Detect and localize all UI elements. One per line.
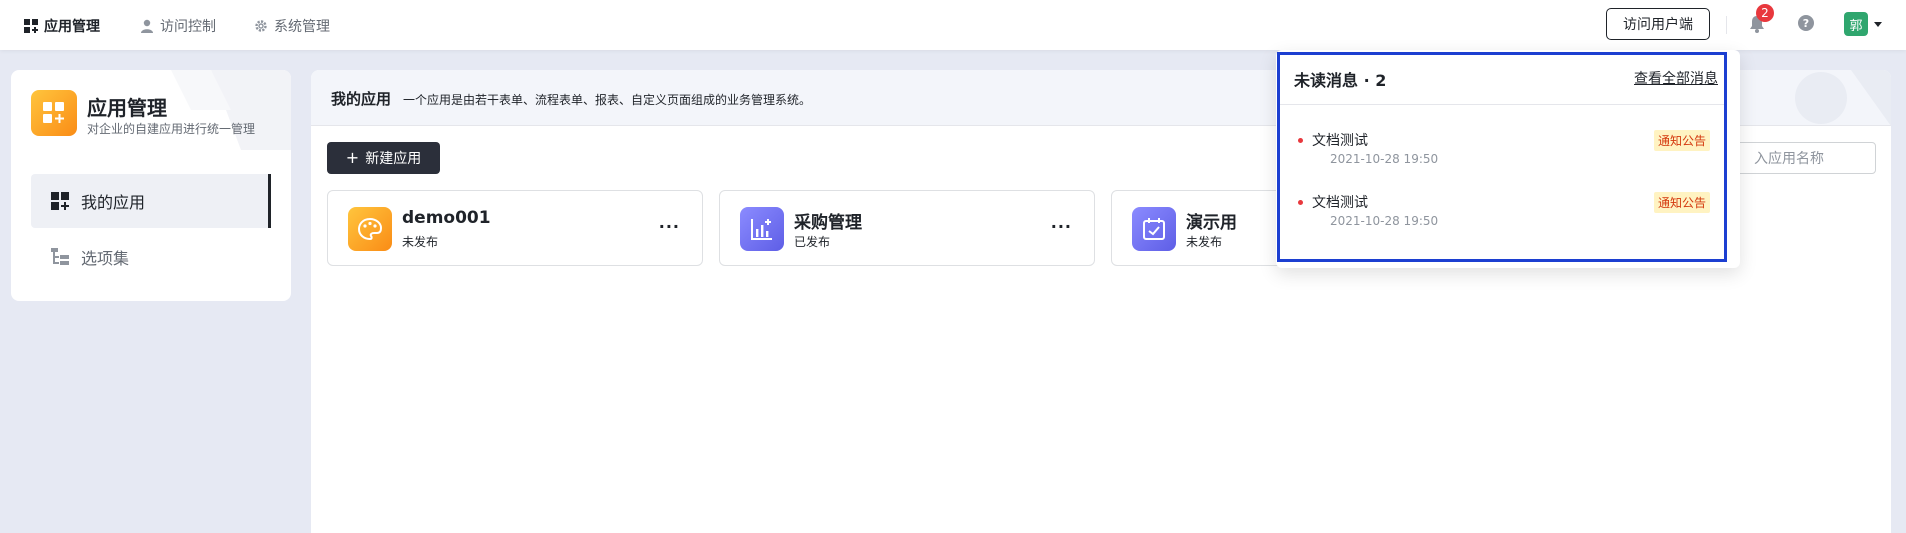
popover-title: 未读消息 · 2: [1294, 71, 1387, 90]
app-name: 采购管理: [794, 213, 862, 233]
nav-divider: [1726, 16, 1727, 34]
unread-dot: [1298, 200, 1303, 205]
grid-icon: [24, 19, 38, 33]
message-title: 文档测试: [1312, 195, 1368, 211]
page-description: 一个应用是由若干表单、流程表单、报表、自定义页面组成的业务管理系统。: [403, 93, 812, 107]
nav-item-label: 应用管理: [44, 19, 100, 35]
app-management-logo: [31, 90, 77, 136]
nav-item-label: 访问控制: [160, 19, 216, 35]
nav-item-label: 系统管理: [274, 19, 330, 35]
sidebar-item-label: 选项集: [81, 249, 130, 268]
plus-icon: +: [345, 148, 360, 167]
app-name: demo001: [402, 208, 491, 228]
app-search-input[interactable]: 入应用名称: [1731, 142, 1876, 174]
avatar[interactable]: 郭: [1844, 12, 1868, 36]
calendar-check-icon: [1132, 207, 1176, 251]
top-navbar: 应用管理 访问控制 系统管理 访问用户端 2 ? 郭: [0, 0, 1906, 50]
new-app-label: 新建应用: [365, 151, 422, 167]
message-tag: 通知公告: [1653, 130, 1710, 151]
notification-badge: 2: [1756, 4, 1774, 22]
nav-item-access-control[interactable]: 访问控制: [140, 16, 216, 36]
message-item[interactable]: 文档测试 2021-10-28 19:50 通知公告: [1298, 130, 1718, 176]
page-title: 我的应用: [331, 90, 392, 108]
tree-icon: [51, 248, 69, 265]
chart-icon: [740, 207, 784, 251]
message-item[interactable]: 文档测试 2021-10-28 19:50 通知公告: [1298, 192, 1718, 238]
sidebar: 应用管理 对企业的自建应用进行统一管理 我的应用 选项集: [11, 70, 291, 301]
app-status: 已发布: [794, 235, 831, 249]
decorative-shapes: [1795, 70, 1891, 126]
sidebar-subtitle: 对企业的自建应用进行统一管理: [87, 122, 256, 136]
app-name: 演示用: [1186, 213, 1237, 233]
sidebar-item-my-apps[interactable]: 我的应用: [31, 174, 271, 228]
message-title: 文档测试: [1312, 133, 1368, 149]
app-status: 未发布: [402, 235, 439, 249]
nav-item-system-management[interactable]: 系统管理: [254, 16, 330, 36]
decorative-shapes: [171, 70, 291, 150]
view-all-messages-link[interactable]: 查看全部消息: [1634, 68, 1718, 88]
palette-icon: [348, 207, 392, 251]
more-icon[interactable]: ···: [659, 217, 680, 236]
grid-plus-icon: [43, 102, 64, 123]
chevron-down-icon[interactable]: [1874, 22, 1882, 27]
new-app-button[interactable]: + 新建应用: [327, 142, 440, 174]
message-tag: 通知公告: [1653, 192, 1710, 213]
sidebar-title: 应用管理: [87, 96, 167, 120]
popover-divider: [1280, 104, 1724, 105]
gear-icon: [255, 20, 267, 32]
grid-icon: [51, 192, 69, 210]
unread-dot: [1298, 138, 1303, 143]
more-icon[interactable]: ···: [1051, 217, 1072, 236]
message-time: 2021-10-28 19:50: [1330, 152, 1439, 166]
unread-messages-popover: 未读消息 · 2 查看全部消息 文档测试 2021-10-28 19:50 通知…: [1276, 50, 1740, 268]
app-card-demo001[interactable]: demo001 未发布 ···: [327, 190, 703, 266]
nav-item-app-management[interactable]: 应用管理: [24, 16, 100, 36]
help-icon[interactable]: ?: [1798, 15, 1814, 31]
app-status: 未发布: [1186, 235, 1223, 249]
app-card-procurement[interactable]: 采购管理 已发布 ···: [719, 190, 1095, 266]
sidebar-item-label: 我的应用: [81, 193, 146, 212]
message-time: 2021-10-28 19:50: [1330, 214, 1439, 228]
user-icon: [141, 19, 153, 33]
sidebar-item-option-sets[interactable]: 选项集: [31, 230, 271, 284]
visit-user-portal-button[interactable]: 访问用户端: [1606, 8, 1710, 40]
